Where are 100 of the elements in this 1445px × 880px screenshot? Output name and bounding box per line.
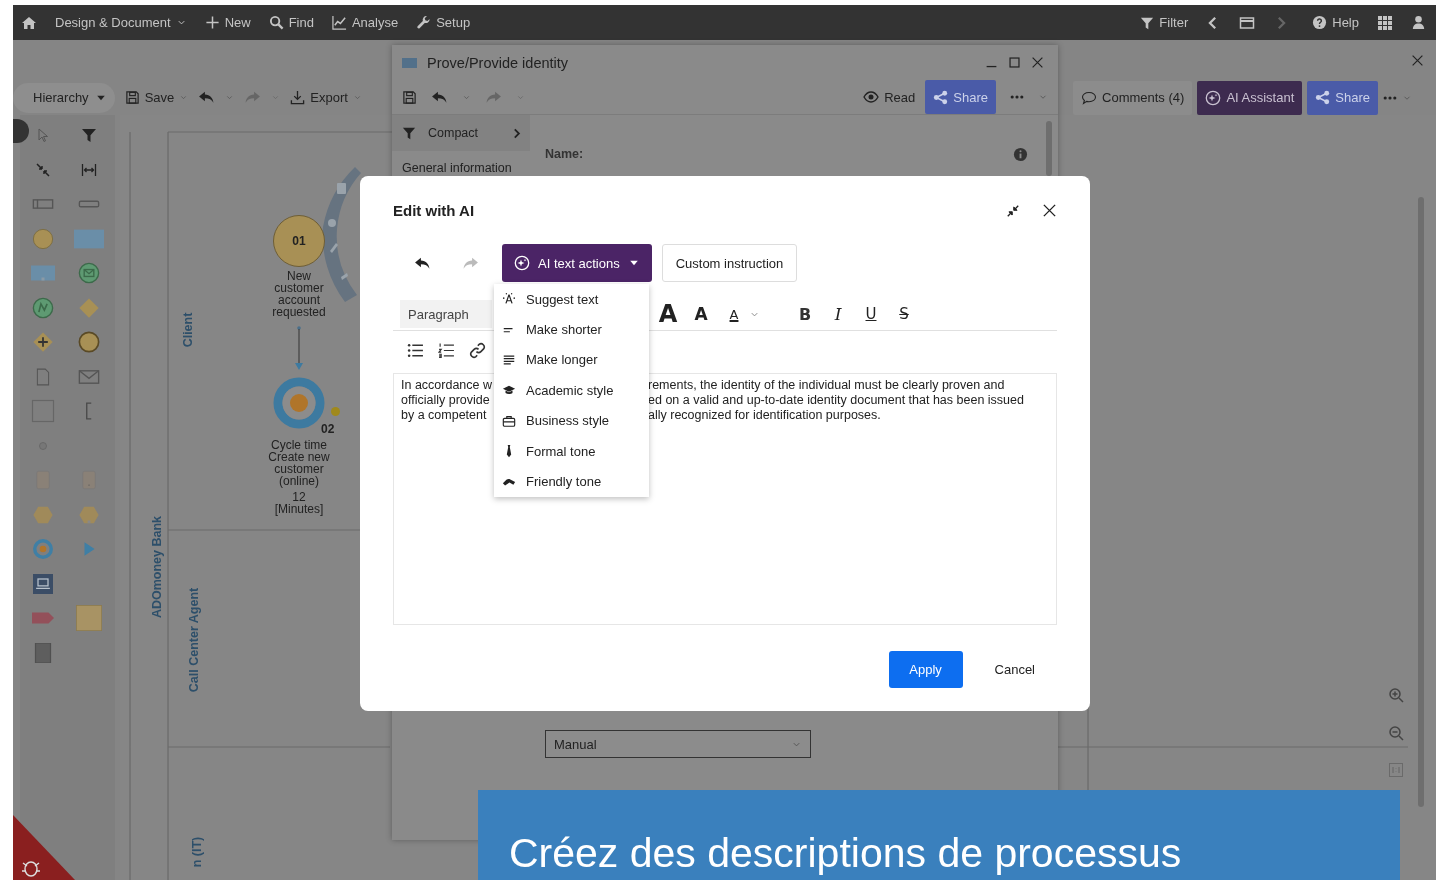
- status-dot: [331, 407, 340, 416]
- caption-text: Créez des descriptions de processus: [509, 830, 1182, 876]
- share-icon: [933, 89, 949, 105]
- node-label: New customer account requested: [271, 270, 327, 318]
- font-color-button[interactable]: A: [723, 300, 745, 328]
- collapse-icon: [1006, 203, 1020, 218]
- view-dropdown[interactable]: Hierarchy: [13, 82, 115, 113]
- font-larger-button[interactable]: A: [657, 300, 679, 328]
- type-dropdown[interactable]: Manual: [545, 730, 811, 758]
- bulleted-list-icon[interactable]: [407, 341, 424, 359]
- home-icon[interactable]: [21, 14, 37, 31]
- ai-sparkle-icon: [514, 255, 530, 271]
- help-button[interactable]: Help: [1312, 15, 1359, 30]
- dropdown-value: Manual: [554, 736, 597, 752]
- nav-menu-item[interactable]: Design & Document: [55, 15, 187, 30]
- window-title: Prove/Provide identity: [427, 54, 569, 71]
- event-circle[interactable]: 01: [273, 215, 325, 267]
- export-button[interactable]: Export: [290, 90, 362, 105]
- eye-icon: [863, 89, 880, 105]
- briefcase-icon: [502, 413, 516, 428]
- kpi-unit: [Minutes]: [274, 503, 324, 515]
- object-type-icon: [402, 57, 417, 68]
- lane-label: n (IT): [190, 836, 205, 868]
- menu-item[interactable]: Make longer: [494, 344, 649, 376]
- menu-item[interactable]: Suggest text: [494, 284, 649, 315]
- target-icon[interactable]: [32, 538, 54, 561]
- zoom-out-icon[interactable]: [1388, 725, 1404, 741]
- link-icon[interactable]: [469, 341, 486, 359]
- share-button[interactable]: Share: [1307, 80, 1378, 115]
- ai-actions-dropdown[interactable]: AI text actions: [502, 244, 652, 282]
- corner-ribbon-drawing: [13, 815, 75, 880]
- italic-button[interactable]: I: [827, 300, 849, 328]
- comment-icon: [1081, 89, 1097, 106]
- wrench-icon: [416, 15, 432, 30]
- editor-text: In accordance w officially provide by a competent: [401, 378, 493, 423]
- scrollbar[interactable]: [1046, 121, 1052, 176]
- cancel-button[interactable]: Cancel: [990, 658, 1039, 681]
- save-icon[interactable]: [402, 89, 417, 105]
- close-icon: [1042, 203, 1057, 218]
- apply-button[interactable]: Apply: [888, 651, 963, 688]
- laptop-icon[interactable]: [33, 573, 53, 594]
- filter-icon: [402, 126, 416, 140]
- ai-assistant-button[interactable]: AI Assistant: [1197, 80, 1303, 115]
- nav-menu-item[interactable]: Setup: [416, 15, 471, 30]
- filter-icon[interactable]: [81, 127, 97, 144]
- diamond-icon[interactable]: [78, 296, 100, 319]
- strikethrough-button[interactable]: S: [893, 300, 915, 328]
- maximize-icon[interactable]: [1008, 56, 1021, 69]
- sidebar-toggle[interactable]: [13, 119, 29, 143]
- user-icon[interactable]: [1411, 15, 1426, 30]
- compact-toggle[interactable]: Compact: [392, 115, 530, 151]
- close-icon[interactable]: [1411, 53, 1424, 67]
- chevron-down-icon: [352, 93, 362, 102]
- apps-grid-icon[interactable]: [1377, 14, 1393, 31]
- font-smaller-button[interactable]: A: [690, 300, 712, 328]
- read-button[interactable]: Read: [863, 89, 916, 105]
- dialog-title: Edit with AI: [393, 202, 475, 219]
- scrollbar[interactable]: [1418, 197, 1424, 807]
- nav-menu-item[interactable]: Find: [268, 15, 314, 30]
- gateway-icon[interactable]: [32, 331, 54, 354]
- menu-item[interactable]: Business style: [494, 405, 649, 436]
- info-icon: [1013, 147, 1028, 162]
- ai-sparkle-icon: [1205, 89, 1222, 106]
- paragraph-dropdown[interactable]: Paragraph: [400, 300, 492, 328]
- custom-instruction-button[interactable]: Custom instruction: [661, 244, 798, 282]
- comments-button[interactable]: Comments (4): [1073, 80, 1193, 115]
- document-icon[interactable]: [34, 367, 52, 386]
- close-button[interactable]: [1042, 203, 1057, 218]
- square-icon[interactable]: [31, 399, 55, 424]
- nav-menu-item[interactable]: Analyse: [331, 15, 399, 30]
- chevron-down-icon[interactable]: [225, 93, 235, 102]
- menu-item[interactable]: Friendly tone: [494, 466, 649, 497]
- spacing-icon[interactable]: [81, 161, 97, 178]
- actual-size-icon[interactable]: [1388, 762, 1404, 778]
- close-icon[interactable]: [1031, 56, 1044, 69]
- message-event-icon[interactable]: [78, 262, 100, 285]
- node-label: Cycle time Create new customer (online): [267, 439, 331, 487]
- menu-item[interactable]: Make shorter: [494, 314, 649, 345]
- circle-icon[interactable]: [78, 331, 100, 354]
- menu-item[interactable]: Formal tone: [494, 435, 649, 467]
- chart-icon: [331, 15, 347, 30]
- error-event-icon[interactable]: [32, 296, 54, 319]
- share-button[interactable]: Share: [925, 80, 996, 114]
- window-icon[interactable]: [1238, 14, 1257, 31]
- filter-button[interactable]: Filter: [1140, 15, 1189, 30]
- lane-label: Client: [181, 312, 196, 348]
- connector-icon[interactable]: [35, 161, 51, 178]
- numbered-list-icon[interactable]: [438, 341, 455, 359]
- help-icon: [1312, 15, 1328, 30]
- pointer-icon[interactable]: [35, 127, 51, 144]
- bold-button[interactable]: B: [794, 300, 816, 328]
- zoom-in-icon[interactable]: [1388, 687, 1404, 703]
- share-icon: [1315, 90, 1331, 105]
- download-icon: [290, 90, 306, 105]
- collapse-button[interactable]: [1006, 203, 1020, 218]
- menu-item[interactable]: Academic style: [494, 375, 649, 406]
- save-button[interactable]: Save: [124, 90, 189, 105]
- underline-button[interactable]: U: [860, 300, 882, 328]
- nav-menu-item[interactable]: New: [204, 15, 251, 30]
- circle-icon[interactable]: [32, 227, 54, 250]
